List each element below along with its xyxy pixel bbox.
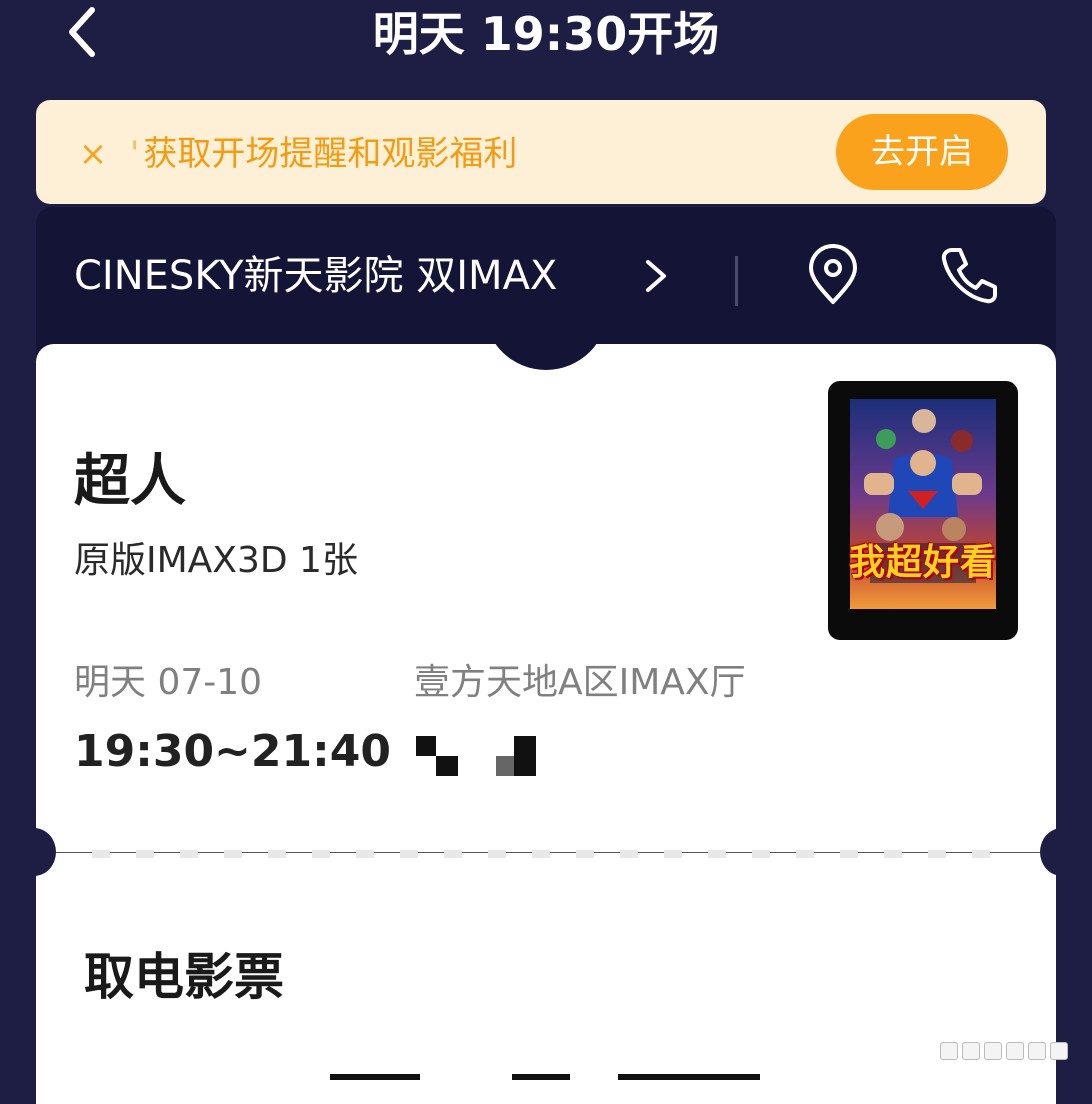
hall-name: 壹方天地A区IMAX厅 bbox=[414, 662, 746, 703]
seat-info-redacted bbox=[414, 734, 544, 778]
page-title: 明天 19:30开场 bbox=[372, 7, 720, 61]
watermark bbox=[940, 1042, 1082, 1062]
ticket-notch-right bbox=[1040, 828, 1084, 876]
enable-reminder-button[interactable]: 去开启 bbox=[836, 114, 1008, 190]
ticket-code-preview bbox=[330, 1074, 760, 1080]
pickup-section-title: 取电影票 bbox=[84, 948, 284, 1006]
ticket-notch-left bbox=[12, 828, 56, 876]
banner-text: 获取开场提醒和观影福利 bbox=[143, 134, 518, 174]
show-time: 19:30~21:40 bbox=[74, 726, 391, 777]
cinema-name-link[interactable]: CINESKY新天影院 双IMAX bbox=[74, 248, 557, 304]
map-pin-icon[interactable] bbox=[804, 244, 862, 306]
banner-tick: ' bbox=[130, 134, 140, 174]
divider bbox=[735, 256, 738, 306]
phone-icon[interactable] bbox=[938, 244, 1000, 306]
movie-poster[interactable]: 我超好看 bbox=[828, 381, 1018, 640]
banner-message: ' 获取开场提醒和观影福利 bbox=[130, 130, 517, 178]
ticket-dashed-divider bbox=[92, 850, 1004, 858]
movie-title: 超人 bbox=[74, 449, 186, 514]
poster-caption: 我超好看 bbox=[848, 542, 997, 583]
movie-format: 原版IMAX3D 1张 bbox=[74, 540, 358, 581]
banner-close-icon[interactable]: × bbox=[78, 134, 108, 174]
show-date: 明天 07-10 bbox=[74, 662, 263, 703]
chevron-right-icon[interactable] bbox=[638, 252, 674, 300]
